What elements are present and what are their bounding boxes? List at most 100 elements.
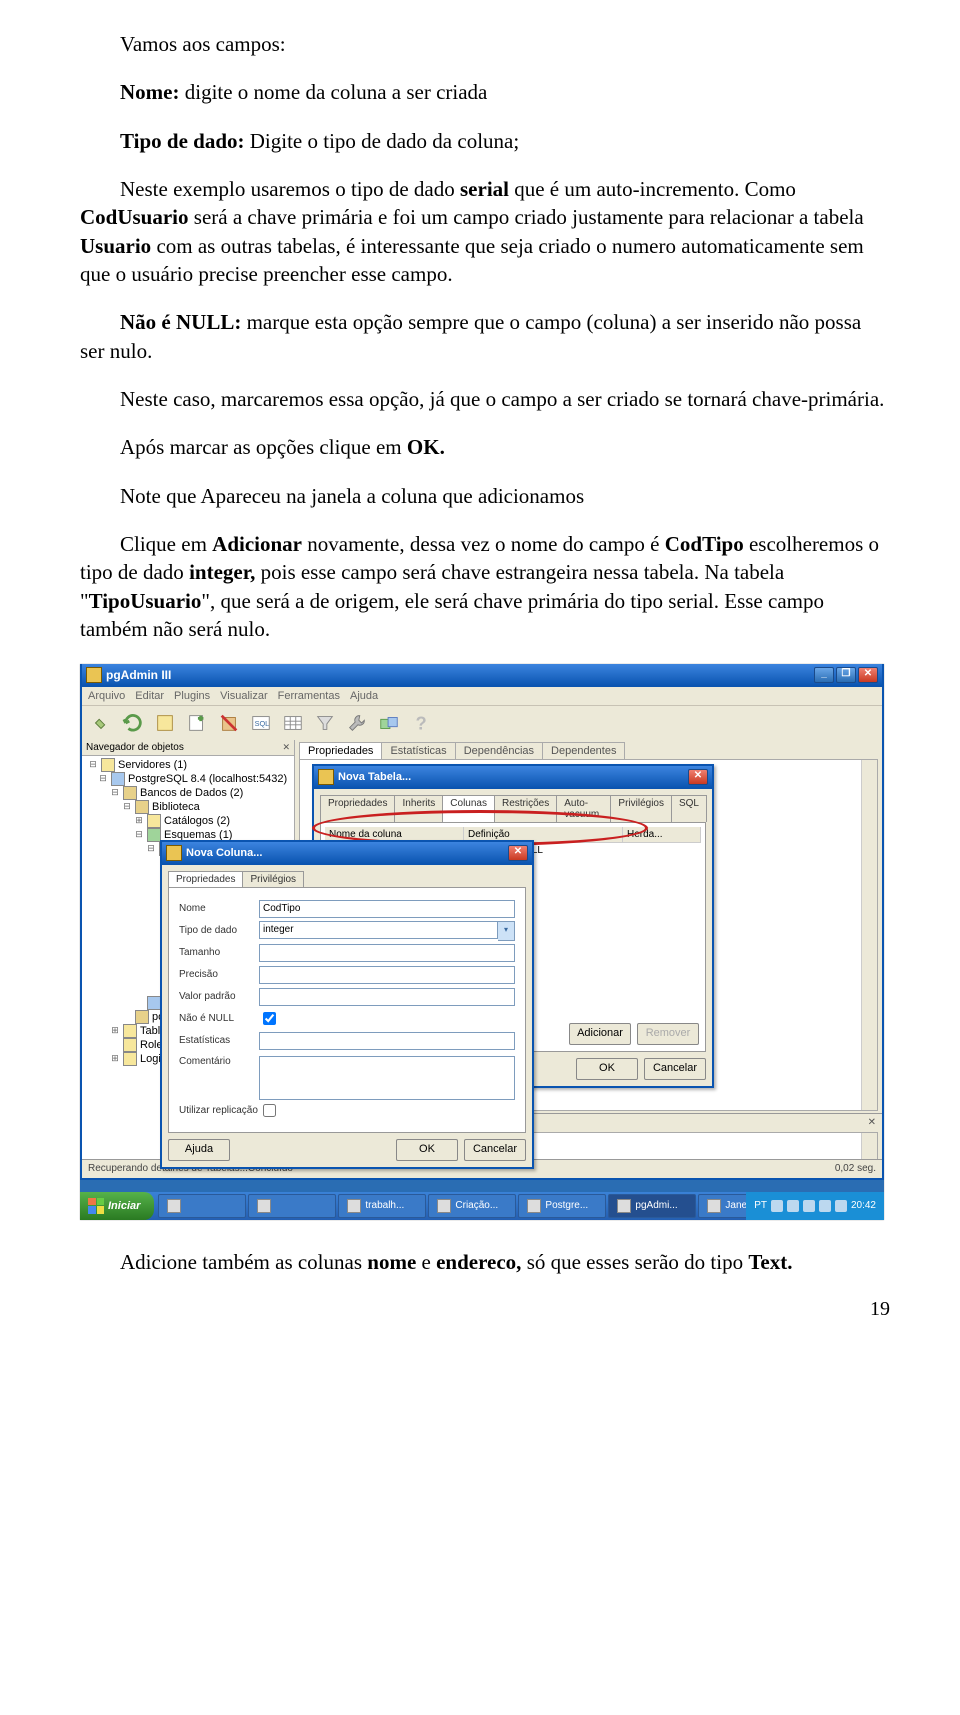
ctab-privilegios[interactable]: Privilégios xyxy=(242,871,304,887)
ttab-restricoes[interactable]: Restrições xyxy=(494,795,557,822)
tab-propriedades[interactable]: Propriedades xyxy=(299,742,382,759)
task-criacao[interactable]: Criação... xyxy=(428,1194,516,1218)
tool-wrench-icon[interactable] xyxy=(344,710,370,736)
ie-icon xyxy=(167,1199,181,1213)
task-janelac[interactable]: Janelac... xyxy=(698,1194,746,1218)
task-msn[interactable] xyxy=(248,1194,336,1218)
nova-tabela-titlebar[interactable]: Nova Tabela... ✕ xyxy=(314,766,712,789)
tree-catalogos[interactable]: Catálogos (2) xyxy=(164,815,230,827)
nova-coluna-dialog: Nova Coluna... ✕ Propriedades Privilégio… xyxy=(160,840,534,1169)
menu-visualizar[interactable]: Visualizar xyxy=(220,690,268,702)
tool-new-icon[interactable] xyxy=(184,710,210,736)
tool-filter-icon[interactable] xyxy=(312,710,338,736)
ttab-privilegios[interactable]: Privilégios xyxy=(610,795,672,822)
tab-estatisticas[interactable]: Estatísticas xyxy=(381,742,455,759)
nova-tabela-close[interactable]: ✕ xyxy=(688,769,708,785)
input-nome[interactable] xyxy=(259,900,515,918)
input-valorpadrao[interactable] xyxy=(259,988,515,1006)
tab-dependencias[interactable]: Dependências xyxy=(455,742,543,759)
tray-icon[interactable] xyxy=(771,1200,783,1212)
dialog-icon xyxy=(318,769,334,785)
tool-sql-icon[interactable]: SQL xyxy=(248,710,274,736)
input-tipo[interactable] xyxy=(259,921,498,939)
ttab-autovacuum[interactable]: Auto-vacuum xyxy=(556,795,611,822)
tool-refresh-icon[interactable] xyxy=(120,710,146,736)
tray-icon[interactable] xyxy=(787,1200,799,1212)
tree-postgresql[interactable]: PostgreSQL 8.4 (localhost:5432) xyxy=(128,773,287,785)
para-ok: Após marcar as opções clique em OK. xyxy=(80,433,890,461)
sql-close-icon[interactable]: ✕ xyxy=(862,1117,882,1128)
input-precisao[interactable] xyxy=(259,966,515,984)
label-nome: Nome: xyxy=(120,80,179,104)
tree-bancos[interactable]: Bancos de Dados (2) xyxy=(140,787,243,799)
start-button[interactable]: Iniciar xyxy=(80,1192,154,1220)
nova-tabela-title: Nova Tabela... xyxy=(338,771,411,783)
label-replicacao: Utilizar replicação xyxy=(179,1105,259,1116)
input-tamanho[interactable] xyxy=(259,944,515,962)
taskbar: Iniciar trabalh... Criação... Postgre...… xyxy=(80,1192,884,1220)
col-hdr-herda[interactable]: Herda... xyxy=(623,827,701,842)
page-number: 19 xyxy=(80,1296,890,1323)
ttab-colunas[interactable]: Colunas xyxy=(442,795,495,822)
maximize-button[interactable]: ❐ xyxy=(836,667,856,683)
checkbox-naoenull[interactable] xyxy=(263,1012,276,1025)
nova-coluna-title: Nova Coluna... xyxy=(186,847,262,859)
tree-biblioteca[interactable]: Biblioteca xyxy=(152,801,200,813)
para-intro: Vamos aos campos: xyxy=(80,30,890,58)
menu-ajuda[interactable]: Ajuda xyxy=(350,690,378,702)
tray-icon[interactable] xyxy=(819,1200,831,1212)
tool-props-icon[interactable] xyxy=(152,710,178,736)
btn-tabela-cancelar[interactable]: Cancelar xyxy=(644,1058,706,1080)
window-title: pgAdmin III xyxy=(106,668,171,682)
menu-arquivo[interactable]: Arquivo xyxy=(88,690,125,702)
ttab-sql[interactable]: SQL xyxy=(671,795,707,822)
tab-dependentes[interactable]: Dependentes xyxy=(542,742,625,759)
menu-editar[interactable]: Editar xyxy=(135,690,164,702)
btn-coluna-ajuda[interactable]: Ajuda xyxy=(168,1139,230,1161)
btn-coluna-ok[interactable]: OK xyxy=(396,1139,458,1161)
btn-coluna-cancelar[interactable]: Cancelar xyxy=(464,1139,526,1161)
task-ie[interactable] xyxy=(158,1194,246,1218)
clock[interactable]: 20:42 xyxy=(851,1200,876,1211)
menu-plugins[interactable]: Plugins xyxy=(174,690,210,702)
task-trabalho[interactable]: trabalh... xyxy=(338,1194,426,1218)
menu-ferramentas[interactable]: Ferramentas xyxy=(278,690,340,702)
lang-indicator[interactable]: PT xyxy=(754,1200,767,1211)
window-titlebar[interactable]: pgAdmin III _ ❐ ✕ xyxy=(82,664,882,687)
windows-logo-icon xyxy=(88,1198,104,1214)
checkbox-replicacao[interactable] xyxy=(263,1104,276,1117)
nova-coluna-titlebar[interactable]: Nova Coluna... ✕ xyxy=(162,842,532,865)
tool-help-icon[interactable]: ? xyxy=(408,710,434,736)
btn-tabela-ok[interactable]: OK xyxy=(576,1058,638,1080)
scrollbar-v[interactable] xyxy=(861,760,877,1110)
task-postgre[interactable]: Postgre... xyxy=(518,1194,606,1218)
close-button[interactable]: ✕ xyxy=(858,667,878,683)
folder-icon xyxy=(347,1199,361,1213)
ttab-inherits[interactable]: Inherits xyxy=(394,795,443,822)
btn-adicionar[interactable]: Adicionar xyxy=(569,1023,631,1045)
nav-close-icon[interactable]: ✕ xyxy=(282,742,290,753)
ctab-propriedades[interactable]: Propriedades xyxy=(168,871,243,887)
main-tabs: Propriedades Estatísticas Dependências D… xyxy=(295,740,882,759)
input-estatisticas[interactable] xyxy=(259,1032,515,1050)
tool-plug-icon[interactable] xyxy=(88,710,114,736)
ttab-propriedades[interactable]: Propriedades xyxy=(320,795,395,822)
screenshot: pgAdmin III _ ❐ ✕ Arquivo Editar Plugins… xyxy=(80,664,884,1220)
tool-del-icon[interactable] xyxy=(216,710,242,736)
system-tray[interactable]: PT 20:42 xyxy=(746,1192,884,1220)
sql-scrollbar[interactable] xyxy=(861,1133,877,1159)
dialog-icon xyxy=(166,845,182,861)
nova-coluna-close[interactable]: ✕ xyxy=(508,845,528,861)
text-tipo-desc: Digite o tipo de dado da coluna; xyxy=(250,129,519,153)
text-nome-desc: digite o nome da coluna a ser criada xyxy=(179,80,487,104)
tool-grid-icon[interactable] xyxy=(280,710,306,736)
minimize-button[interactable]: _ xyxy=(814,667,834,683)
input-comentario[interactable] xyxy=(259,1056,515,1100)
task-pgadmin[interactable]: pgAdmi... xyxy=(608,1194,696,1218)
tree-servidores[interactable]: Servidores (1) xyxy=(118,759,187,771)
tray-icon[interactable] xyxy=(835,1200,847,1212)
svg-text:SQL: SQL xyxy=(255,718,270,727)
tool-plugin-icon[interactable] xyxy=(376,710,402,736)
tray-icon[interactable] xyxy=(803,1200,815,1212)
dropdown-tipo-icon[interactable]: ▾ xyxy=(498,921,515,941)
